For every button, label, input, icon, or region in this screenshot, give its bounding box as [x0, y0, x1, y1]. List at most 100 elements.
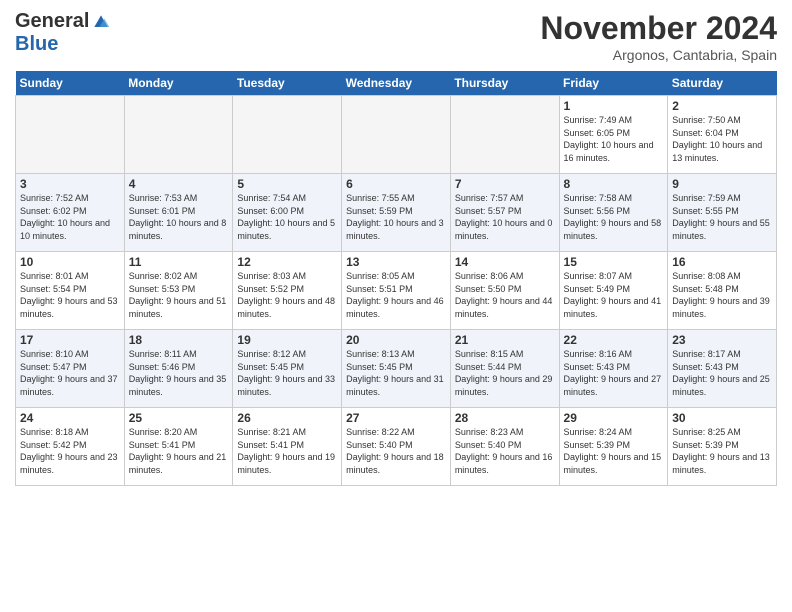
calendar-day: 3Sunrise: 7:52 AM Sunset: 6:02 PM Daylig…: [16, 174, 125, 252]
calendar-day: 2Sunrise: 7:50 AM Sunset: 6:04 PM Daylig…: [668, 96, 777, 174]
col-monday: Monday: [124, 71, 233, 96]
day-number: 20: [346, 333, 446, 347]
day-info: Sunrise: 8:16 AM Sunset: 5:43 PM Dayligh…: [564, 348, 664, 398]
calendar-day: 29Sunrise: 8:24 AM Sunset: 5:39 PM Dayli…: [559, 408, 668, 486]
day-number: 12: [237, 255, 337, 269]
day-number: 5: [237, 177, 337, 191]
day-info: Sunrise: 8:02 AM Sunset: 5:53 PM Dayligh…: [129, 270, 229, 320]
calendar-day: 5Sunrise: 7:54 AM Sunset: 6:00 PM Daylig…: [233, 174, 342, 252]
day-number: 2: [672, 99, 772, 113]
day-info: Sunrise: 8:18 AM Sunset: 5:42 PM Dayligh…: [20, 426, 120, 476]
calendar-table: Sunday Monday Tuesday Wednesday Thursday…: [15, 71, 777, 486]
day-info: Sunrise: 8:20 AM Sunset: 5:41 PM Dayligh…: [129, 426, 229, 476]
calendar-day: 24Sunrise: 8:18 AM Sunset: 5:42 PM Dayli…: [16, 408, 125, 486]
day-number: 18: [129, 333, 229, 347]
calendar-day: 18Sunrise: 8:11 AM Sunset: 5:46 PM Dayli…: [124, 330, 233, 408]
calendar-day: 28Sunrise: 8:23 AM Sunset: 5:40 PM Dayli…: [450, 408, 559, 486]
calendar-day: 21Sunrise: 8:15 AM Sunset: 5:44 PM Dayli…: [450, 330, 559, 408]
col-thursday: Thursday: [450, 71, 559, 96]
calendar-day: [450, 96, 559, 174]
day-number: 24: [20, 411, 120, 425]
col-sunday: Sunday: [16, 71, 125, 96]
day-info: Sunrise: 8:10 AM Sunset: 5:47 PM Dayligh…: [20, 348, 120, 398]
calendar-day: [233, 96, 342, 174]
logo-text: General: [15, 10, 111, 33]
calendar-day: 10Sunrise: 8:01 AM Sunset: 5:54 PM Dayli…: [16, 252, 125, 330]
day-number: 17: [20, 333, 120, 347]
day-info: Sunrise: 8:17 AM Sunset: 5:43 PM Dayligh…: [672, 348, 772, 398]
day-number: 27: [346, 411, 446, 425]
logo-blue-text: Blue: [15, 33, 58, 56]
calendar-day: 9Sunrise: 7:59 AM Sunset: 5:55 PM Daylig…: [668, 174, 777, 252]
calendar-day: 22Sunrise: 8:16 AM Sunset: 5:43 PM Dayli…: [559, 330, 668, 408]
calendar-week-2: 3Sunrise: 7:52 AM Sunset: 6:02 PM Daylig…: [16, 174, 777, 252]
day-number: 1: [564, 99, 664, 113]
day-info: Sunrise: 8:05 AM Sunset: 5:51 PM Dayligh…: [346, 270, 446, 320]
calendar-day: [124, 96, 233, 174]
col-friday: Friday: [559, 71, 668, 96]
day-number: 13: [346, 255, 446, 269]
day-number: 10: [20, 255, 120, 269]
logo: General Blue: [15, 10, 111, 56]
day-info: Sunrise: 8:25 AM Sunset: 5:39 PM Dayligh…: [672, 426, 772, 476]
day-info: Sunrise: 8:13 AM Sunset: 5:45 PM Dayligh…: [346, 348, 446, 398]
day-info: Sunrise: 8:24 AM Sunset: 5:39 PM Dayligh…: [564, 426, 664, 476]
calendar-day: 8Sunrise: 7:58 AM Sunset: 5:56 PM Daylig…: [559, 174, 668, 252]
calendar-day: 25Sunrise: 8:20 AM Sunset: 5:41 PM Dayli…: [124, 408, 233, 486]
day-number: 26: [237, 411, 337, 425]
calendar-day: 20Sunrise: 8:13 AM Sunset: 5:45 PM Dayli…: [342, 330, 451, 408]
calendar-day: 14Sunrise: 8:06 AM Sunset: 5:50 PM Dayli…: [450, 252, 559, 330]
header-row: Sunday Monday Tuesday Wednesday Thursday…: [16, 71, 777, 96]
calendar-day: 12Sunrise: 8:03 AM Sunset: 5:52 PM Dayli…: [233, 252, 342, 330]
calendar-day: 30Sunrise: 8:25 AM Sunset: 5:39 PM Dayli…: [668, 408, 777, 486]
day-info: Sunrise: 8:01 AM Sunset: 5:54 PM Dayligh…: [20, 270, 120, 320]
month-title: November 2024: [540, 10, 777, 47]
calendar-day: 16Sunrise: 8:08 AM Sunset: 5:48 PM Dayli…: [668, 252, 777, 330]
page-container: General Blue November 2024 Argonos, Cant…: [0, 0, 792, 496]
day-number: 16: [672, 255, 772, 269]
day-number: 28: [455, 411, 555, 425]
day-number: 14: [455, 255, 555, 269]
day-number: 21: [455, 333, 555, 347]
day-number: 6: [346, 177, 446, 191]
day-number: 9: [672, 177, 772, 191]
col-wednesday: Wednesday: [342, 71, 451, 96]
day-info: Sunrise: 8:07 AM Sunset: 5:49 PM Dayligh…: [564, 270, 664, 320]
calendar-day: 15Sunrise: 8:07 AM Sunset: 5:49 PM Dayli…: [559, 252, 668, 330]
day-info: Sunrise: 8:08 AM Sunset: 5:48 PM Dayligh…: [672, 270, 772, 320]
day-number: 19: [237, 333, 337, 347]
day-number: 25: [129, 411, 229, 425]
logo-icon: [91, 12, 111, 32]
day-info: Sunrise: 7:58 AM Sunset: 5:56 PM Dayligh…: [564, 192, 664, 242]
day-number: 8: [564, 177, 664, 191]
calendar-day: [16, 96, 125, 174]
col-saturday: Saturday: [668, 71, 777, 96]
day-info: Sunrise: 8:03 AM Sunset: 5:52 PM Dayligh…: [237, 270, 337, 320]
location: Argonos, Cantabria, Spain: [540, 47, 777, 63]
calendar-day: 7Sunrise: 7:57 AM Sunset: 5:57 PM Daylig…: [450, 174, 559, 252]
calendar-day: 4Sunrise: 7:53 AM Sunset: 6:01 PM Daylig…: [124, 174, 233, 252]
day-info: Sunrise: 8:12 AM Sunset: 5:45 PM Dayligh…: [237, 348, 337, 398]
logo-general: General: [15, 10, 89, 33]
day-number: 15: [564, 255, 664, 269]
day-number: 11: [129, 255, 229, 269]
day-number: 7: [455, 177, 555, 191]
day-info: Sunrise: 7:52 AM Sunset: 6:02 PM Dayligh…: [20, 192, 120, 242]
day-info: Sunrise: 8:06 AM Sunset: 5:50 PM Dayligh…: [455, 270, 555, 320]
day-info: Sunrise: 8:15 AM Sunset: 5:44 PM Dayligh…: [455, 348, 555, 398]
calendar-day: 19Sunrise: 8:12 AM Sunset: 5:45 PM Dayli…: [233, 330, 342, 408]
day-info: Sunrise: 8:22 AM Sunset: 5:40 PM Dayligh…: [346, 426, 446, 476]
day-number: 3: [20, 177, 120, 191]
calendar-day: 6Sunrise: 7:55 AM Sunset: 5:59 PM Daylig…: [342, 174, 451, 252]
calendar-day: 23Sunrise: 8:17 AM Sunset: 5:43 PM Dayli…: [668, 330, 777, 408]
day-info: Sunrise: 8:23 AM Sunset: 5:40 PM Dayligh…: [455, 426, 555, 476]
day-info: Sunrise: 8:11 AM Sunset: 5:46 PM Dayligh…: [129, 348, 229, 398]
calendar-week-5: 24Sunrise: 8:18 AM Sunset: 5:42 PM Dayli…: [16, 408, 777, 486]
day-info: Sunrise: 7:54 AM Sunset: 6:00 PM Dayligh…: [237, 192, 337, 242]
day-number: 30: [672, 411, 772, 425]
day-number: 4: [129, 177, 229, 191]
day-info: Sunrise: 7:57 AM Sunset: 5:57 PM Dayligh…: [455, 192, 555, 242]
day-number: 29: [564, 411, 664, 425]
col-tuesday: Tuesday: [233, 71, 342, 96]
day-number: 23: [672, 333, 772, 347]
